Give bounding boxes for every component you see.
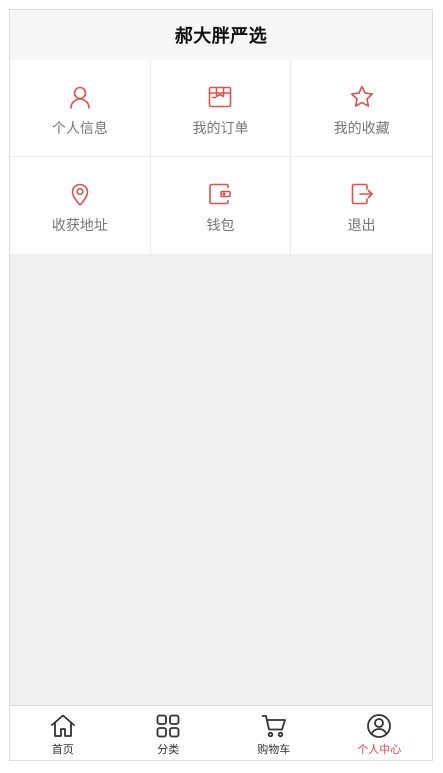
menu-item-label: 收获地址 xyxy=(51,218,108,234)
tab-home[interactable]: 首页 xyxy=(10,706,116,760)
location-pin-icon xyxy=(67,181,93,207)
profile-menu-grid: 个人信息 我的订单 我的收藏 收获地址 钱包 退出 xyxy=(10,60,432,254)
tab-label: 个人中心 xyxy=(357,743,402,756)
menu-item-logout[interactable]: 退出 xyxy=(291,157,432,254)
tab-label: 首页 xyxy=(51,743,74,756)
star-icon xyxy=(349,84,375,110)
tab-label: 分类 xyxy=(157,743,180,756)
category-grid-icon xyxy=(155,713,181,739)
bottom-tab-bar: 首页 分类 购物车 个人中心 xyxy=(10,705,432,760)
logout-icon xyxy=(349,181,375,207)
menu-item-label: 钱包 xyxy=(206,218,235,234)
menu-item-address[interactable]: 收获地址 xyxy=(10,157,151,254)
home-icon xyxy=(50,713,76,739)
menu-item-label: 个人信息 xyxy=(51,121,108,137)
wallet-icon xyxy=(207,181,233,207)
tab-profile[interactable]: 个人中心 xyxy=(327,706,433,760)
menu-item-label: 我的订单 xyxy=(192,121,249,137)
menu-item-label: 退出 xyxy=(347,218,376,234)
user-icon xyxy=(67,84,93,110)
menu-item-wallet[interactable]: 钱包 xyxy=(150,157,292,254)
profile-circle-icon xyxy=(366,713,392,739)
menu-item-my-orders[interactable]: 我的订单 xyxy=(150,60,292,157)
cart-icon xyxy=(261,713,287,739)
tab-cart[interactable]: 购物车 xyxy=(221,706,327,760)
tab-label: 购物车 xyxy=(257,743,291,756)
header-bar: 郝大胖严选 xyxy=(10,10,432,60)
page-title: 郝大胖严选 xyxy=(174,26,268,47)
tab-category[interactable]: 分类 xyxy=(116,706,222,760)
app-screen: 郝大胖严选 个人信息 我的订单 我的收藏 收获地址 钱包 退出 首页 分类 购物… xyxy=(9,9,433,761)
order-box-icon xyxy=(207,84,233,110)
menu-item-personal-info[interactable]: 个人信息 xyxy=(10,60,151,157)
menu-item-my-favorites[interactable]: 我的收藏 xyxy=(291,60,432,157)
menu-item-label: 我的收藏 xyxy=(333,121,390,137)
